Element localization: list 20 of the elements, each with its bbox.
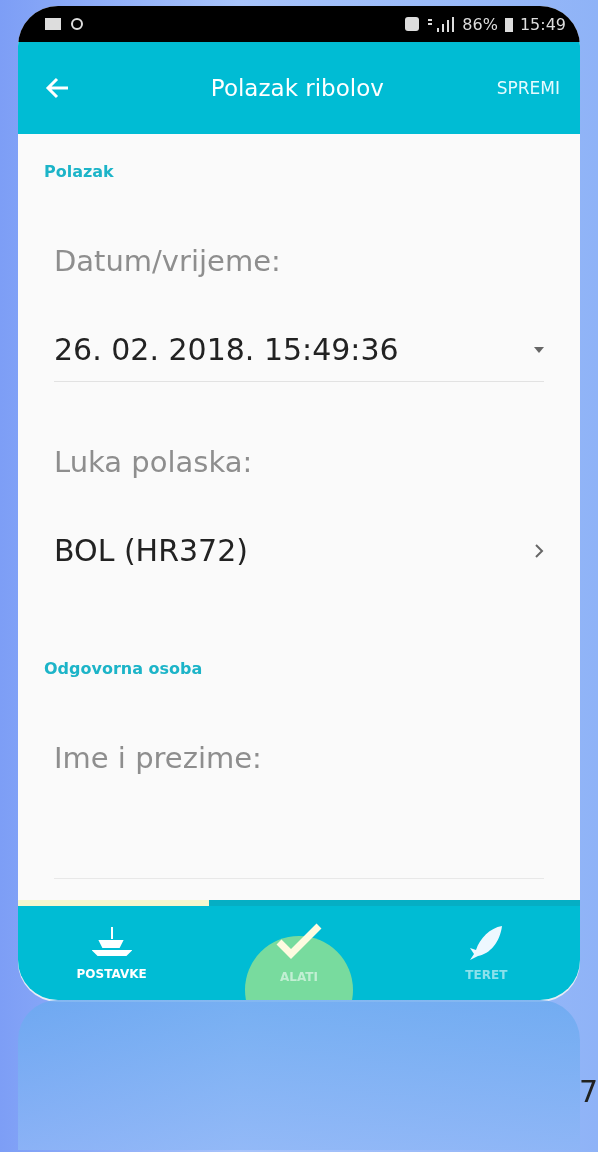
section-header: Polazak: [44, 162, 114, 181]
section-header: Odgovorna osoba: [44, 659, 203, 678]
screen-title: Polazak ribolov: [209, 75, 385, 101]
nav-tab[interactable]: ALATI: [205, 906, 393, 1000]
battery-icon: [503, 16, 514, 32]
nav-tab[interactable]: TERET: [392, 906, 580, 1000]
field-label: Luka polaska:: [54, 445, 253, 479]
battery-percent: 86%: [462, 14, 498, 34]
date-value[interactable]: 26. 02. 2018. 15:49:36: [54, 332, 399, 367]
slide-number: 7: [578, 1074, 598, 1109]
chevron-right-icon[interactable]: [534, 542, 544, 559]
clock-time: 15:49: [519, 14, 566, 34]
signal-icon: [426, 16, 457, 32]
field-label: Ime i prezime:: [54, 741, 262, 775]
save-button[interactable]: SPREMI: [490, 72, 566, 104]
field-label: Datum/vrijeme:: [54, 244, 281, 278]
dropdown-caret-icon[interactable]: [534, 346, 544, 353]
port-value[interactable]: BOL (HR372): [54, 533, 248, 568]
boat-icon: [91, 925, 132, 959]
nav-tab[interactable]: POSTAVKE: [18, 906, 206, 1000]
